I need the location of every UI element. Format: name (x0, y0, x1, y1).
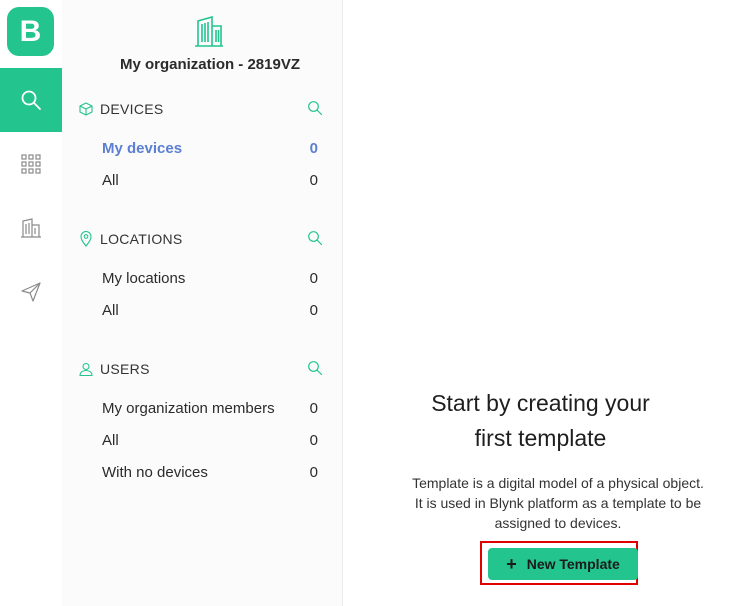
row-count: 0 (309, 269, 318, 287)
row-count: 0 (309, 399, 318, 417)
headline-line-2: first template (474, 425, 607, 451)
sidebar-item-all-devices[interactable]: All 0 (102, 168, 318, 192)
user-icon (78, 361, 94, 377)
sidebar-item-users-no-devices[interactable]: With no devices 0 (102, 460, 318, 484)
rail-organization[interactable] (0, 196, 62, 260)
row-count: 0 (309, 171, 318, 189)
location-pin-icon (78, 231, 94, 247)
row-label: My organization members (102, 399, 275, 417)
row-count: 0 (309, 139, 318, 157)
sidebar-item-all-locations[interactable]: All 0 (102, 298, 318, 322)
new-template-label: New Template (526, 556, 620, 572)
main-content: Start by creating your first template Te… (343, 0, 738, 606)
organization-building-icon (195, 16, 223, 47)
building-icon (21, 218, 41, 238)
section-locations-label: LOCATIONS (100, 231, 183, 247)
plus-icon: + (506, 553, 517, 574)
rail-send[interactable] (0, 260, 62, 324)
send-icon (21, 282, 41, 302)
search-icon[interactable] (307, 230, 323, 251)
desc-line-2: It is used in Blynk platform as a templa… (414, 495, 702, 511)
headline-line-1: Start by creating your (431, 390, 650, 416)
desc-line-3: assigned to devices. (494, 515, 622, 531)
rail-search[interactable] (0, 68, 62, 132)
organization-title: My organization - 2819VZ (119, 56, 301, 73)
row-label: All (102, 431, 119, 449)
row-count: 0 (309, 431, 318, 449)
rail-apps[interactable] (0, 132, 62, 196)
row-label: With no devices (102, 463, 208, 481)
search-icon[interactable] (307, 100, 323, 121)
row-label: All (102, 301, 119, 319)
row-label: My locations (102, 269, 186, 287)
sidebar-item-my-locations[interactable]: My locations 0 (102, 266, 318, 290)
section-users: USERS (78, 359, 323, 379)
section-devices-label: DEVICES (100, 101, 164, 117)
empty-state-title: Start by creating your first template (343, 386, 738, 456)
section-locations: LOCATIONS (78, 229, 323, 249)
sidebar-item-org-members[interactable]: My organization members 0 (102, 396, 318, 420)
section-devices: DEVICES (78, 99, 323, 119)
row-count: 0 (309, 463, 318, 481)
sidebar: My organization - 2819VZ DEVICES My devi… (62, 0, 343, 606)
empty-state-description: Template is a digital model of a physica… (383, 473, 733, 533)
left-rail: B (0, 0, 63, 606)
row-label: All (102, 171, 119, 189)
cube-icon (78, 101, 94, 117)
sidebar-item-my-devices[interactable]: My devices 0 (102, 136, 318, 160)
apps-grid-icon (21, 154, 41, 174)
section-users-label: USERS (100, 361, 150, 377)
sidebar-item-all-users[interactable]: All 0 (102, 428, 318, 452)
search-icon[interactable] (307, 360, 323, 381)
search-icon (21, 90, 41, 110)
row-label: My devices (102, 139, 183, 157)
blynk-logo[interactable]: B (7, 7, 54, 56)
row-count: 0 (309, 301, 318, 319)
new-template-button[interactable]: + New Template (488, 548, 638, 580)
desc-line-1: Template is a digital model of a physica… (412, 475, 704, 491)
